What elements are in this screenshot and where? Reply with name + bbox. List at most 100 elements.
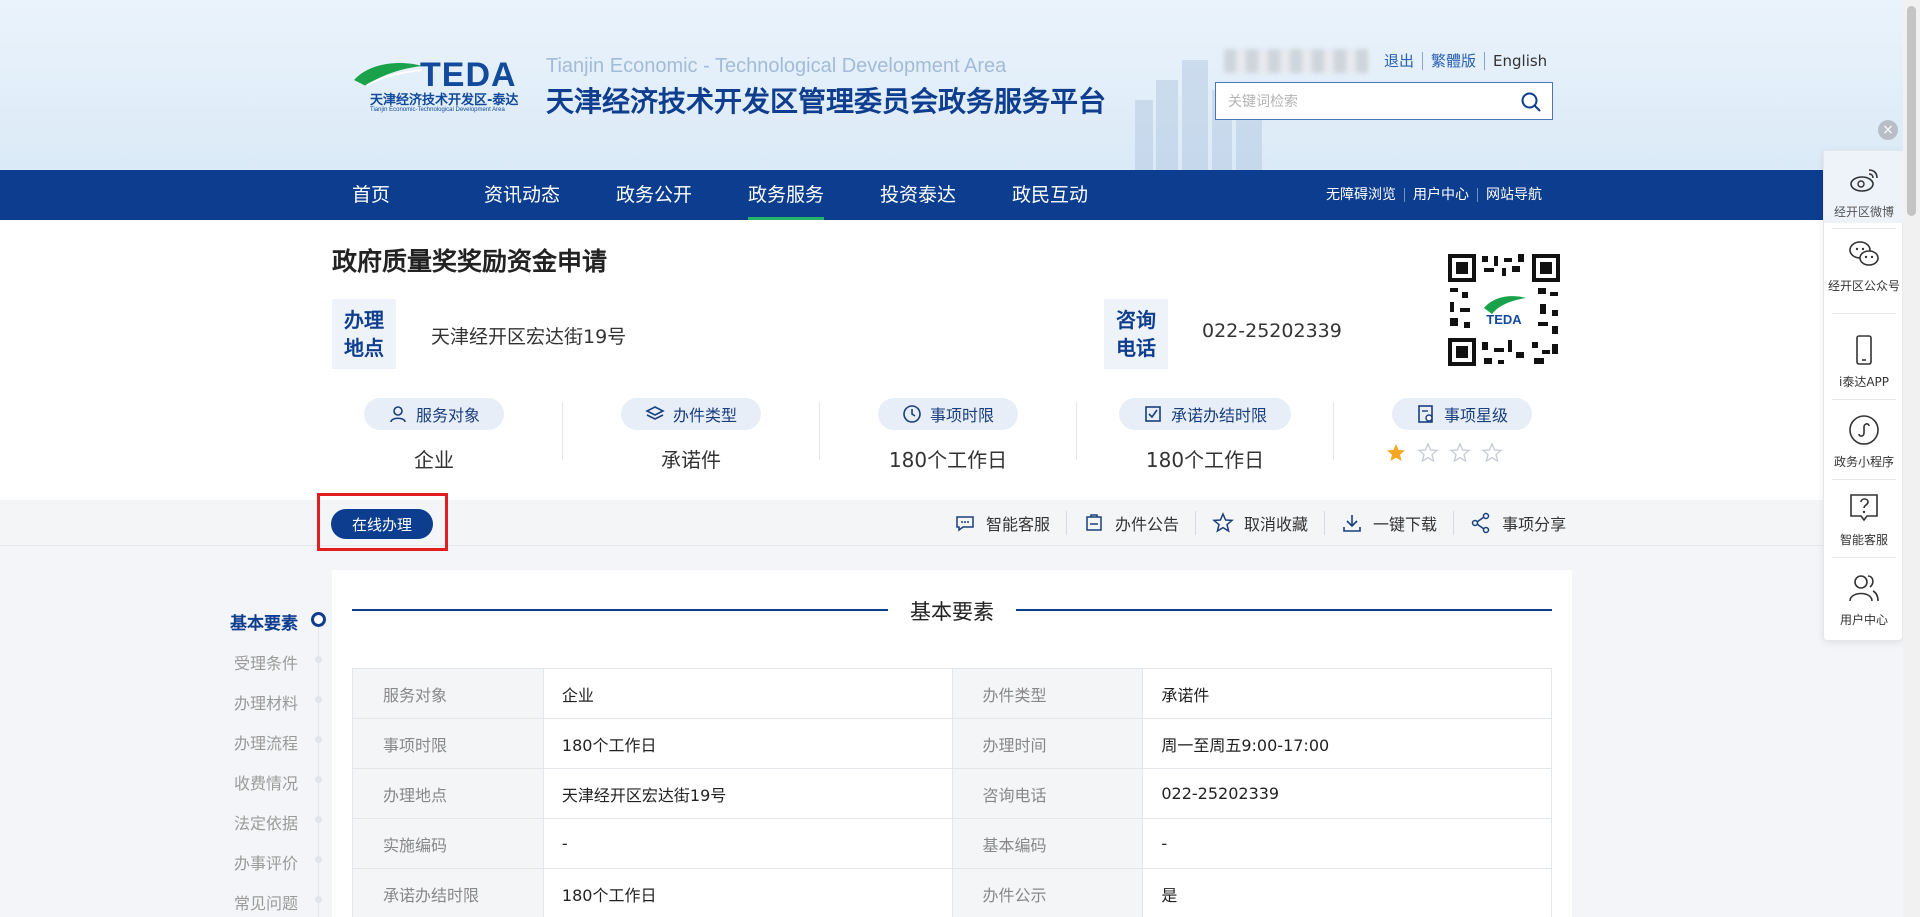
- anchor-dot: [315, 776, 322, 783]
- float-label: 经开区微博: [1833, 205, 1894, 219]
- table-value: 周一至周五9:00-17:00: [1142, 718, 1552, 769]
- star-rating: [1334, 442, 1590, 464]
- scrollbar-thumb[interactable]: [1907, 6, 1916, 216]
- anchor-fees[interactable]: 收费情况: [234, 770, 298, 794]
- section-title-text: 基本要素: [910, 600, 994, 624]
- qr-code: TEDA: [1446, 252, 1562, 368]
- float-label: 政务小程序: [1833, 455, 1894, 469]
- header: TEDA 天津经济技术开发区-泰达 Tianjin Economic-Techn…: [0, 0, 1920, 170]
- chat-icon: [956, 516, 974, 532]
- action-label: 取消收藏: [1244, 515, 1309, 534]
- user-center-link[interactable]: 用户中心: [1404, 188, 1477, 202]
- float-app[interactable]: i泰达APP: [1824, 333, 1904, 390]
- anchor-process[interactable]: 办理流程: [234, 730, 298, 754]
- users-icon: [390, 406, 406, 423]
- case-notice-button[interactable]: 办件公告: [1066, 511, 1195, 535]
- float-user-center[interactable]: 用户中心: [1824, 571, 1904, 628]
- nav-gov-open[interactable]: 政务公开: [616, 170, 692, 220]
- anchor-dot: [315, 656, 322, 663]
- float-mini-program[interactable]: 政务小程序: [1824, 413, 1904, 470]
- nav-news[interactable]: 资讯动态: [484, 170, 560, 220]
- star-outline-icon: [1212, 512, 1234, 533]
- float-wechat[interactable]: 经开区公众号: [1824, 237, 1904, 294]
- anchor-dot-active: [311, 612, 326, 627]
- english-link[interactable]: English: [1484, 52, 1555, 70]
- action-links: 智能客服 办件公告 取消收藏 一键下载 事项分享: [938, 500, 1582, 546]
- cancel-favorite-button[interactable]: 取消收藏: [1195, 511, 1324, 535]
- online-apply-button[interactable]: 在线办理: [331, 509, 433, 539]
- logout-link[interactable]: 退出: [1376, 52, 1422, 70]
- main-nav: 首页 资讯动态 政务公开 政务服务 投资泰达 政民互动 无障碍浏览 用户中心 网…: [0, 170, 1920, 220]
- site-title-cn: 天津经济技术开发区管理委员会政务服务平台: [546, 85, 1107, 118]
- search-icon[interactable]: [1520, 91, 1542, 113]
- table-value: 企业: [542, 668, 953, 719]
- user-group-icon: [1849, 575, 1879, 602]
- help-icon: [1850, 494, 1878, 522]
- action-label: 事项分享: [1502, 515, 1567, 534]
- float-divider: [1832, 313, 1896, 314]
- phone-label: 咨询 电话: [1104, 299, 1168, 369]
- teda-logo[interactable]: TEDA 天津经济技术开发区-泰达 Tianjin Economic-Techn…: [350, 56, 534, 114]
- smart-service-button[interactable]: 智能客服: [938, 511, 1066, 535]
- phone-value: 022-25202339: [1202, 320, 1342, 342]
- location-label-line2: 地点: [344, 336, 384, 360]
- stat-value: 承诺件: [661, 448, 721, 472]
- stat-promise-limit: 承诺办结时限 180个工作日: [1077, 398, 1333, 476]
- float-divider: [1832, 228, 1896, 229]
- anchor-legal-basis[interactable]: 法定依据: [234, 810, 298, 834]
- anchor-dot: [315, 736, 322, 743]
- table-value: 是: [1142, 868, 1552, 917]
- table-row: 事项时限 180个工作日 办理时间 周一至周五9:00-17:00: [352, 718, 1552, 769]
- location-value: 天津经开区宏达街19号: [431, 326, 627, 348]
- close-float-sidebar-button[interactable]: ×: [1878, 120, 1898, 140]
- page-title: 政府质量奖奖励资金申请: [332, 247, 608, 276]
- anchor-faq[interactable]: 常见问题: [234, 890, 298, 914]
- anchor-dot: [315, 816, 322, 823]
- wechat-icon: [1849, 241, 1879, 266]
- nav-invest[interactable]: 投资泰达: [880, 170, 956, 220]
- table-value: -: [1142, 818, 1552, 869]
- stat-label-pill: 服务对象: [363, 398, 504, 430]
- anchor-dot: [315, 696, 322, 703]
- page-scrollbar[interactable]: [1903, 0, 1920, 917]
- action-label: 办件公告: [1115, 515, 1180, 534]
- float-label: 经开区公众号: [1827, 279, 1900, 293]
- basic-info-table: 服务对象 企业 办件类型 承诺件 事项时限 180个工作日 办理时间 周一至周五…: [352, 668, 1552, 917]
- qr-logo-text: TEDA: [1486, 312, 1522, 327]
- action-label: 智能客服: [986, 515, 1051, 534]
- location-label-line1: 办理: [344, 308, 384, 332]
- site-title-en: Tianjin Economic - Technological Develop…: [546, 55, 1007, 77]
- stat-star-level: 事项星级: [1334, 398, 1590, 476]
- nav-gov-service[interactable]: 政务服务: [748, 170, 825, 220]
- accessibility-link[interactable]: 无障碍浏览: [1318, 188, 1404, 202]
- table-value: -: [542, 818, 953, 869]
- float-weibo[interactable]: 经开区微博: [1824, 151, 1904, 223]
- table-value: 180个工作日: [542, 718, 953, 769]
- site-map-link[interactable]: 网站导航: [1477, 188, 1550, 202]
- share-button[interactable]: 事项分享: [1453, 511, 1582, 535]
- phone-label-line2: 电话: [1116, 336, 1156, 360]
- stat-label: 事项星级: [1443, 406, 1508, 425]
- nav-home[interactable]: 首页: [352, 170, 390, 220]
- float-smart-service[interactable]: 智能客服: [1824, 491, 1904, 548]
- user-name-blurred: [1224, 49, 1369, 73]
- table-key: 办件类型: [951, 668, 1144, 719]
- table-key: 基本编码: [951, 818, 1144, 869]
- float-sidebar: 经开区微博 经开区公众号 i泰达APP 政务小程序 智能客服 用户中心: [1823, 150, 1904, 641]
- traditional-chinese-link[interactable]: 繁體版: [1422, 52, 1484, 70]
- anchor-evaluation[interactable]: 办事评价: [234, 850, 298, 874]
- star-rating-stars: [1298, 442, 1590, 464]
- table-row: 实施编码 - 基本编码 -: [352, 818, 1552, 869]
- stat-service-target: 服务对象 企业: [306, 398, 562, 476]
- download-button[interactable]: 一键下载: [1324, 511, 1453, 535]
- anchor-materials[interactable]: 办理材料: [234, 690, 298, 714]
- table-key: 办理地点: [352, 768, 544, 819]
- table-value: 承诺件: [1142, 668, 1552, 719]
- search-input[interactable]: [1216, 83, 1506, 119]
- anchor-basic[interactable]: 基本要素: [230, 609, 298, 634]
- stat-label: 服务对象: [415, 406, 480, 425]
- star-empty-icon: [1449, 442, 1471, 463]
- anchor-conditions[interactable]: 受理条件: [234, 650, 298, 674]
- mini-program-icon: [1849, 415, 1879, 445]
- nav-interaction[interactable]: 政民互动: [1012, 170, 1088, 220]
